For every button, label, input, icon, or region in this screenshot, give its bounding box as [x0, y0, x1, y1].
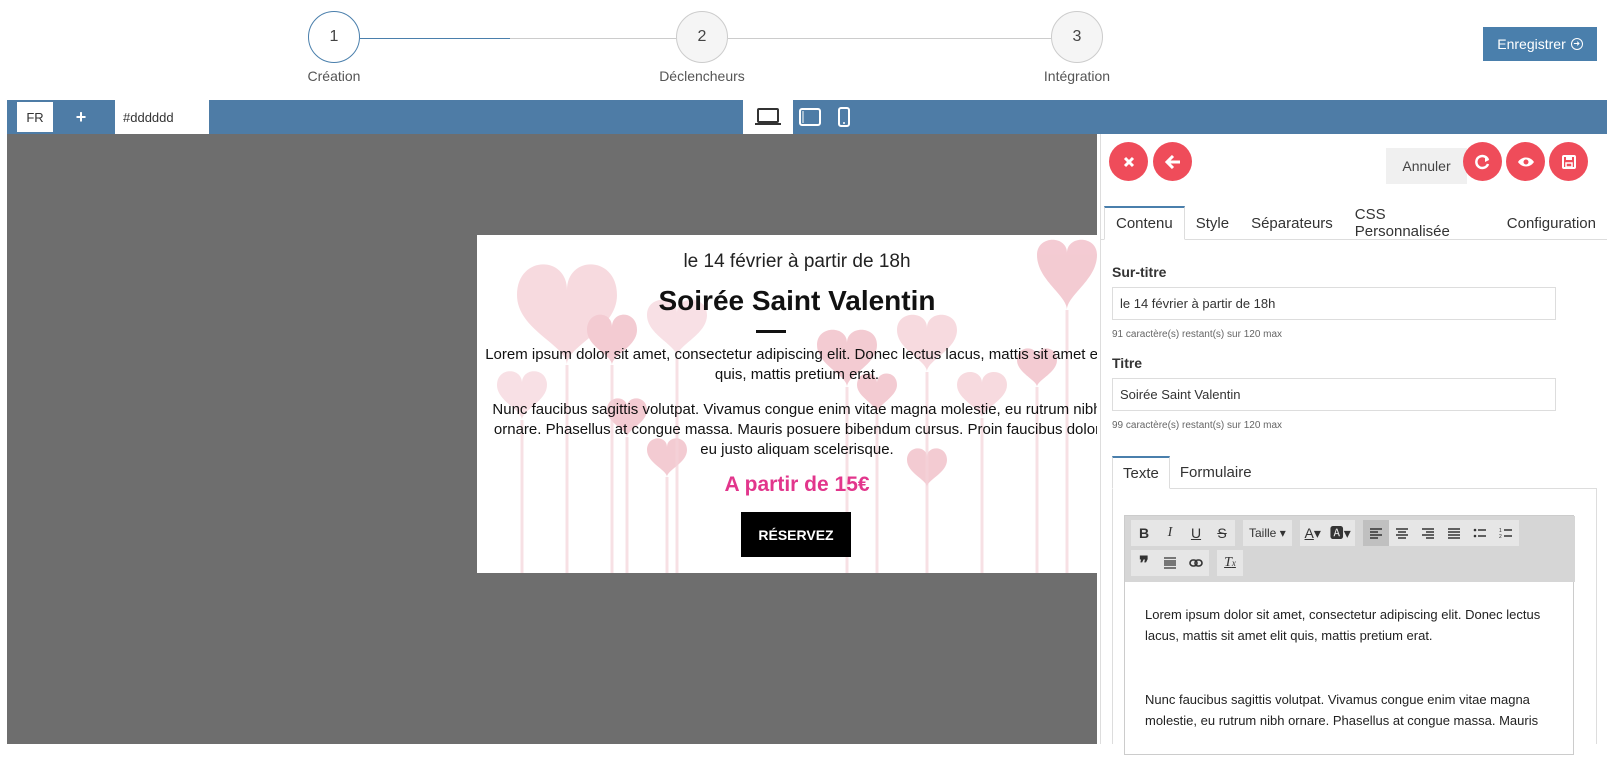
laptop-icon[interactable]	[743, 100, 793, 134]
align-justify-icon[interactable]	[1440, 520, 1467, 546]
clear-format-icon[interactable]: Tx	[1217, 550, 1243, 576]
properties-panel: Annuler Contenu Style Séparateurs CSS Pe…	[1100, 134, 1607, 755]
surtitre-input[interactable]	[1112, 287, 1556, 320]
surtitre-help: 91 caractère(s) restant(s) sur 120 max	[1112, 329, 1283, 340]
panel-tabs: Contenu Style Séparateurs CSS Personnali…	[1101, 206, 1607, 240]
back-arrow-icon[interactable]	[1153, 142, 1192, 181]
titre-label: Titre	[1112, 355, 1143, 371]
title-divider	[756, 330, 786, 333]
preview-paragraph-2: Nunc faucibus sagittis volutpat. Vivamus…	[492, 401, 1097, 458]
font-size-label: Taille	[1249, 526, 1277, 540]
background-color-input[interactable]	[115, 100, 209, 134]
tablet-icon[interactable]	[793, 100, 827, 134]
editor-paragraph-1: Lorem ipsum dolor sit amet, consectetur …	[1145, 607, 1541, 643]
progress-line-done	[360, 38, 510, 39]
align-center-icon[interactable]	[1388, 520, 1415, 546]
editor-content[interactable]: Lorem ipsum dolor sit amet, consectetur …	[1145, 604, 1555, 774]
device-switcher	[743, 100, 861, 134]
step-integration[interactable]: 3 Intégration	[1044, 11, 1110, 84]
subtab-texte[interactable]: Texte	[1112, 456, 1170, 489]
step-number: 2	[676, 11, 728, 63]
titre-help: 99 caractère(s) restant(s) sur 120 max	[1112, 420, 1283, 431]
link-icon[interactable]	[1183, 550, 1209, 576]
step-number: 1	[308, 11, 360, 63]
bullet-list-icon[interactable]	[1466, 520, 1493, 546]
numbered-list-icon[interactable]: 12	[1492, 520, 1519, 546]
tab-style[interactable]: Style	[1185, 206, 1240, 240]
tab-configuration[interactable]: Configuration	[1496, 206, 1607, 240]
reservez-button[interactable]: RÉSERVEZ	[741, 512, 851, 557]
eye-icon[interactable]	[1506, 142, 1545, 181]
align-left-icon[interactable]	[1362, 520, 1389, 546]
content-subtabs: Texte Formulaire	[1112, 456, 1597, 489]
preview-paragraph-1: Lorem ipsum dolor sit amet, consectetur …	[485, 346, 1097, 383]
preview-title: Soirée Saint Valentin	[658, 285, 936, 316]
underline-icon[interactable]: U	[1183, 520, 1209, 546]
progress-line	[728, 38, 1051, 39]
horizontal-rule-icon[interactable]	[1157, 550, 1183, 576]
strikethrough-icon[interactable]: S	[1209, 520, 1235, 546]
annuler-button[interactable]: Annuler	[1386, 148, 1467, 184]
step-label: Intégration	[1043, 68, 1111, 84]
add-language-button[interactable]: +	[63, 102, 99, 132]
popup-preview: le 14 février à partir de 18h Soirée Sai…	[477, 235, 1097, 573]
preview-price: A partir de 15€	[724, 473, 870, 496]
bold-icon[interactable]: B	[1131, 520, 1157, 546]
editor-toolbar: FR +	[7, 100, 1607, 134]
step-creation[interactable]: 1 Création	[308, 11, 360, 84]
step-number: 3	[1051, 11, 1103, 63]
surtitre-label: Sur-titre	[1112, 264, 1167, 280]
arrow-circle-right-icon: ➜	[1570, 38, 1583, 50]
enregistrer-label: Enregistrer	[1497, 36, 1566, 52]
tab-css-personnalisee[interactable]: CSS Personnalisée	[1344, 206, 1496, 240]
font-size-dropdown[interactable]: Taille ▾	[1243, 520, 1292, 546]
align-right-icon[interactable]	[1414, 520, 1441, 546]
save-icon[interactable]	[1549, 142, 1588, 181]
language-tab-fr[interactable]: FR	[17, 102, 53, 132]
text-tab-pane: B I U S Taille ▾ A ▾ 🅰▾ 1 2 ❞ T x Lorem …	[1112, 489, 1597, 755]
preview-subtitle: le 14 février à partir de 18h	[683, 251, 911, 272]
highlight-color-icon[interactable]: 🅰▾	[1325, 520, 1355, 546]
step-declencheurs[interactable]: 2 Déclencheurs	[659, 11, 745, 84]
svg-text:2: 2	[1499, 534, 1502, 539]
editor-format-toolbar: B I U S Taille ▾ A ▾ 🅰▾ 1 2 ❞ T x	[1125, 516, 1575, 582]
step-label: Déclencheurs	[659, 68, 745, 84]
italic-icon[interactable]: I	[1157, 520, 1183, 546]
editor-paragraph-2: Nunc faucibus sagittis volutpat. Vivamus…	[1145, 692, 1539, 728]
titre-input[interactable]	[1112, 378, 1556, 411]
mobile-icon[interactable]	[827, 100, 861, 134]
close-icon[interactable]	[1109, 142, 1148, 181]
step-label: Création	[307, 68, 361, 84]
blockquote-icon[interactable]: ❞	[1131, 550, 1157, 576]
rich-text-editor[interactable]: B I U S Taille ▾ A ▾ 🅰▾ 1 2 ❞ T x Lorem …	[1124, 515, 1575, 755]
stepper-bar: 1 Création 2 Déclencheurs 3 Intégration …	[0, 0, 1614, 98]
tab-separateurs[interactable]: Séparateurs	[1240, 206, 1344, 240]
refresh-icon[interactable]	[1463, 142, 1502, 181]
enregistrer-button[interactable]: Enregistrer ➜	[1483, 27, 1597, 61]
progress-line	[510, 38, 676, 39]
tab-contenu[interactable]: Contenu	[1104, 206, 1185, 240]
text-color-icon[interactable]: A ▾	[1299, 520, 1326, 546]
subtab-formulaire[interactable]: Formulaire	[1170, 456, 1262, 489]
